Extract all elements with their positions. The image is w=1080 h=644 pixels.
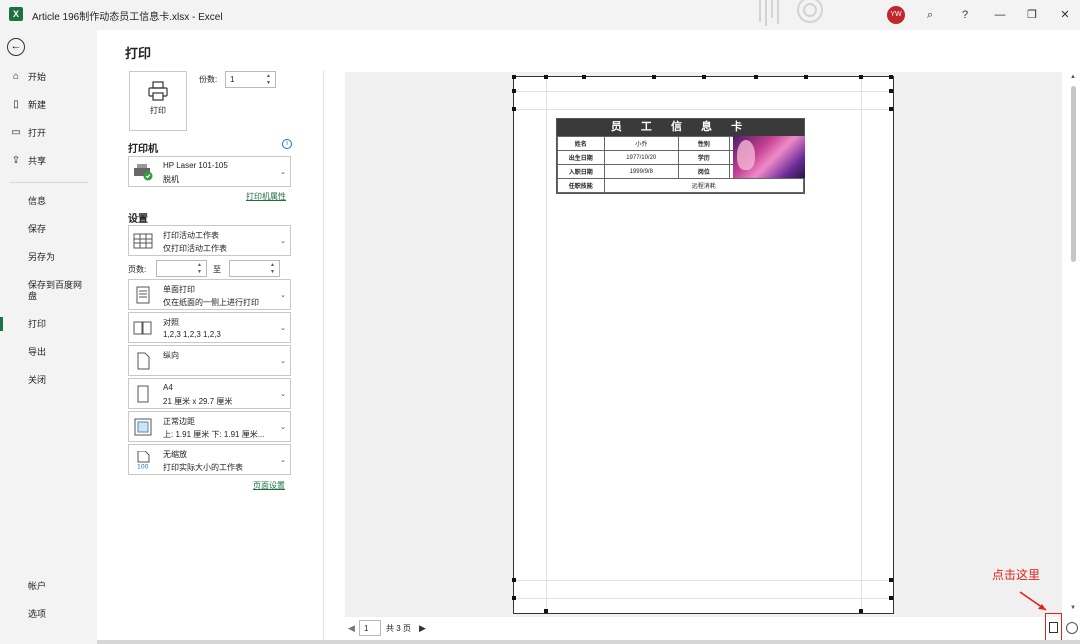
feedback-icon[interactable]: ⌕ (920, 6, 940, 24)
sidebar-item-home[interactable]: ⌂ 开始 (0, 66, 97, 88)
spin-up-icon[interactable]: ▲ (266, 73, 272, 79)
sidebar-item-label: 新建 (28, 100, 47, 110)
sidebar-item-info[interactable]: 信息 (0, 190, 97, 212)
sidebar-item-share[interactable]: ⇪ 共享 (0, 150, 97, 172)
close-icon[interactable]: ✕ (1055, 6, 1075, 24)
print-button-label: 打印 (150, 106, 166, 115)
title-decoration (759, 0, 823, 26)
status-bar (97, 640, 1080, 644)
margins-icon (1049, 622, 1058, 633)
sidebar-item-account[interactable]: 帐户 (0, 575, 97, 597)
help-icon[interactable]: ? (955, 6, 975, 24)
scroll-down-icon[interactable]: ▼ (1070, 605, 1076, 611)
back-arrow-icon[interactable]: ← (7, 38, 25, 56)
paper-icon (137, 385, 149, 403)
scroll-thumb[interactable] (1071, 86, 1076, 262)
show-margins-button[interactable] (1045, 613, 1062, 641)
margins-icon (134, 418, 152, 436)
print-preview: 员 工 信 息 卡 姓名 小乔 性别 女 出生日期 1977/10/20 学历 … (345, 72, 1062, 617)
chevron-down-icon: ⌄ (280, 424, 286, 431)
page-preview: 员 工 信 息 卡 姓名 小乔 性别 女 出生日期 1977/10/20 学历 … (512, 75, 894, 614)
chevron-down-icon: ⌄ (280, 391, 286, 398)
chevron-down-icon: ⌄ (280, 325, 286, 332)
sidebar-item-label: 打开 (28, 128, 47, 138)
chevron-down-icon: ⌄ (280, 457, 286, 464)
scroll-up-icon[interactable]: ▲ (1070, 74, 1076, 80)
sidebar-item-print[interactable]: 打印 (0, 313, 97, 335)
printer-heading: 打印机 (128, 144, 158, 155)
collate-select[interactable]: 对照 1,2,3 1,2,3 1,2,3 ⌄ (128, 312, 291, 343)
total-pages: 共 3 页 (386, 624, 411, 633)
collate-icon (133, 321, 152, 335)
paper-size-select[interactable]: A4 21 厘米 x 29.7 厘米 ⌄ (128, 378, 291, 409)
pages-to-label: 至 (213, 265, 221, 274)
employee-card: 员 工 信 息 卡 姓名 小乔 性别 女 出生日期 1977/10/20 学历 … (556, 118, 805, 194)
worksheet-icon (133, 233, 153, 249)
home-icon: ⌂ (12, 71, 20, 82)
excel-icon: X (9, 7, 23, 21)
preview-scrollbar[interactable]: ▲ ▼ (1070, 72, 1078, 617)
page-title: 打印 (125, 46, 152, 61)
print-what-select[interactable]: 打印活动工作表 仅打印活动工作表 ⌄ (128, 225, 291, 256)
restore-icon[interactable]: ❐ (1022, 6, 1042, 24)
panel-divider (323, 70, 324, 640)
sidebar-item-new[interactable]: ▯ 新建 (0, 94, 97, 116)
copies-label: 份数: (199, 75, 218, 84)
sidebar-item-label: 共享 (28, 156, 47, 166)
info-icon[interactable]: i (282, 139, 292, 149)
svg-text:100: 100 (137, 464, 149, 470)
chevron-down-icon: ⌄ (280, 169, 286, 176)
scaling-select[interactable]: 100 无缩放 打印实际大小的工作表 ⌄ (128, 444, 291, 475)
zoom-to-page-icon[interactable] (1066, 622, 1078, 634)
share-icon: ⇪ (11, 155, 21, 166)
no-scaling-icon: 100 (137, 451, 150, 470)
spin-down-icon[interactable]: ▼ (266, 80, 272, 86)
chevron-down-icon: ⌄ (280, 292, 286, 299)
previous-page-icon[interactable]: ◀ (348, 623, 355, 634)
card-title: 员 工 信 息 卡 (557, 119, 804, 136)
table-row: 任职技能 远程消耗 (557, 178, 805, 193)
pages-label: 页数: (128, 265, 147, 274)
title-bar: X Article 196制作动态员工信息卡.xlsx - Excel YW ⌕… (0, 0, 1080, 30)
sidebar-item-save-to-baidu[interactable]: 保存到百度网盘 (0, 274, 97, 302)
chevron-down-icon: ⌄ (280, 358, 286, 365)
next-page-icon[interactable]: ▶ (419, 623, 426, 634)
page-setup-link[interactable]: 页面设置 (253, 480, 285, 491)
sidebar-item-save[interactable]: 保存 (0, 218, 97, 240)
printer-select[interactable]: HP Laser 101-105 脱机 ⌄ (128, 156, 291, 187)
printer-name: HP Laser 101-105 (163, 161, 228, 170)
printer-icon (148, 81, 168, 101)
backstage-sidebar: ← ⌂ 开始 ▯ 新建 ▭ 打开 ⇪ 共享 信息 保存 另存为 保存到百度网盘 … (0, 30, 97, 644)
sidebar-item-label: 开始 (28, 72, 47, 82)
portrait-icon (137, 352, 150, 370)
sidebar-item-export[interactable]: 导出 (0, 341, 97, 363)
click-hint-annotation: 点击这里 (992, 568, 1041, 582)
print-button[interactable]: 打印 (129, 71, 187, 131)
printer-icon (134, 164, 153, 181)
printer-status: 脱机 (163, 175, 179, 184)
page-number-input[interactable]: 1 (359, 620, 381, 636)
divider (10, 182, 88, 183)
sidebar-item-open[interactable]: ▭ 打开 (0, 122, 97, 144)
pages-from-input[interactable]: ▲ ▼ (156, 260, 207, 277)
folder-open-icon: ▭ (11, 127, 21, 138)
margins-select[interactable]: 正常边距 上: 1.91 厘米 下: 1.91 厘米... ⌄ (128, 411, 291, 442)
sides-select[interactable]: 单面打印 仅在纸面的一侧上进行打印 ⌄ (128, 279, 291, 310)
one-sided-icon (136, 286, 150, 304)
sidebar-item-options[interactable]: 选项 (0, 603, 97, 625)
orientation-select[interactable]: 纵向 ⌄ (128, 345, 291, 376)
new-document-icon: ▯ (13, 99, 19, 110)
pages-to-input[interactable]: ▲ ▼ (229, 260, 280, 277)
avatar[interactable]: YW (887, 6, 905, 24)
settings-heading: 设置 (128, 214, 148, 225)
arrow-annotation (1019, 591, 1047, 611)
window-title: Article 196制作动态员工信息卡.xlsx - Excel (32, 12, 223, 23)
minimize-icon[interactable]: — (990, 6, 1010, 24)
sidebar-item-close[interactable]: 关闭 (0, 369, 97, 391)
printer-properties-link[interactable]: 打印机属性 (246, 191, 286, 202)
employee-photo (733, 136, 805, 178)
sidebar-item-save-as[interactable]: 另存为 (0, 246, 97, 268)
copies-stepper[interactable]: 1 ▲ ▼ (225, 71, 276, 88)
chevron-down-icon: ⌄ (280, 238, 286, 245)
